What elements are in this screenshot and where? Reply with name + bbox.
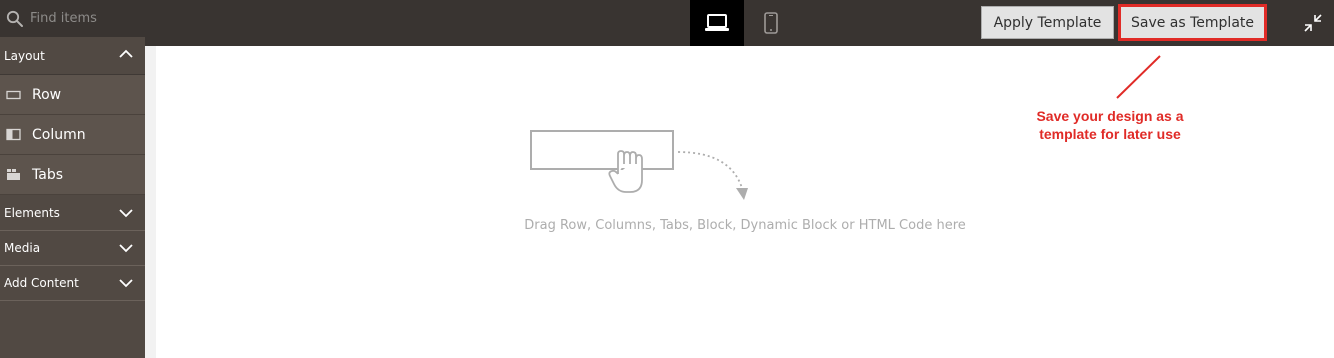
media-section-header[interactable]: Media bbox=[0, 231, 145, 266]
apply-template-button[interactable]: Apply Template bbox=[981, 6, 1114, 39]
media-section-label: Media bbox=[4, 241, 41, 255]
annotation-line-1: Save your design as a bbox=[1036, 108, 1184, 124]
layout-section-header[interactable]: Layout bbox=[0, 37, 145, 75]
desktop-view-button[interactable] bbox=[690, 0, 744, 46]
sidebar-item-label: Row bbox=[32, 86, 62, 103]
sidebar-item-column[interactable]: Column bbox=[0, 115, 145, 155]
sidebar-item-label: Column bbox=[32, 126, 86, 143]
search-input[interactable] bbox=[30, 8, 140, 28]
layout-section-label: Layout bbox=[4, 48, 45, 63]
sidebar-item-row[interactable]: Row bbox=[0, 75, 145, 115]
tabs-icon bbox=[7, 169, 20, 180]
annotation-callout: Save your design as a template for later… bbox=[1010, 107, 1210, 143]
mobile-view-button[interactable] bbox=[744, 0, 798, 46]
sidebar-item-label: Tabs bbox=[32, 166, 63, 183]
chevron-down-icon bbox=[119, 279, 133, 288]
column-icon bbox=[6, 128, 21, 141]
collapse-fullscreen-icon[interactable] bbox=[1302, 12, 1324, 34]
laptop-icon bbox=[705, 14, 729, 31]
drag-drop-illustration-icon bbox=[530, 130, 748, 200]
top-toolbar: Apply Template Save as Template bbox=[0, 0, 1334, 46]
chevron-down-icon bbox=[119, 209, 133, 218]
add-content-section-header[interactable]: Add Content bbox=[0, 266, 145, 301]
search-icon bbox=[6, 10, 23, 27]
chevron-up-icon bbox=[119, 49, 133, 58]
save-as-template-button[interactable]: Save as Template bbox=[1118, 4, 1267, 41]
annotation-line-2: template for later use bbox=[1039, 126, 1181, 142]
mobile-phone-icon bbox=[764, 12, 778, 34]
add-content-section-label: Add Content bbox=[4, 276, 79, 290]
search-box bbox=[0, 0, 145, 37]
drop-zone-hint: Drag Row, Columns, Tabs, Block, Dynamic … bbox=[524, 218, 966, 233]
chevron-down-icon bbox=[119, 244, 133, 253]
sidebar-item-tabs[interactable]: Tabs bbox=[0, 155, 145, 195]
row-icon bbox=[6, 90, 21, 100]
elements-section-header[interactable]: Elements bbox=[0, 196, 145, 231]
sidebar-divider bbox=[145, 46, 156, 358]
elements-section-label: Elements bbox=[4, 206, 60, 220]
annotation-pointer-line bbox=[1116, 55, 1161, 99]
